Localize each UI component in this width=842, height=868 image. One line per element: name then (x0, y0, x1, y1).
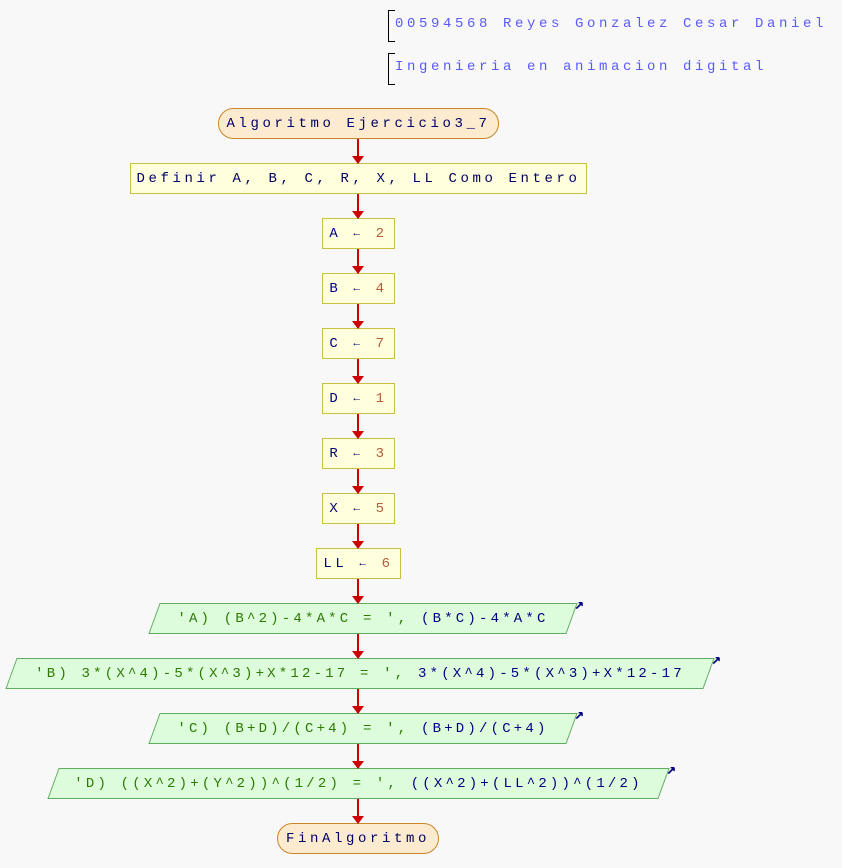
output-expression: ((X^2)+(LL^2))^(1/2) (410, 775, 643, 792)
output-string: 'C) (B+D)/(C+4) = ', (177, 720, 410, 737)
connector-arrow (352, 139, 364, 164)
assign-block[interactable]: R ← 3 (322, 438, 395, 469)
output-arrow-icon: ↗ (574, 706, 584, 724)
define-label: Definir A, B, C, R, X, LL Como Entero (136, 170, 581, 187)
define-block[interactable]: Definir A, B, C, R, X, LL Como Entero (130, 163, 587, 194)
assign-var: LL (323, 555, 348, 572)
start-terminal[interactable]: Algoritmo Ejercicio3_7 (218, 108, 499, 139)
assign-arrow-icon: ← (353, 392, 364, 405)
header-student: 00594568 Reyes Gonzalez Cesar Daniel (388, 10, 823, 42)
assign-block[interactable]: C ← 7 (322, 328, 395, 359)
connector-arrow (352, 249, 364, 274)
assign-value: 7 (375, 335, 388, 352)
assign-block[interactable]: D ← 1 (322, 383, 395, 414)
end-terminal[interactable]: FinAlgoritmo (277, 823, 439, 854)
connector-arrow (352, 744, 364, 769)
output-string: 'D) ((X^2)+(Y^2))^(1/2) = ', (74, 775, 400, 792)
assign-var: A (329, 225, 342, 242)
assign-var: D (329, 390, 342, 407)
assign-value: 1 (375, 390, 388, 407)
assign-block[interactable]: X ← 5 (322, 493, 395, 524)
output-block[interactable]: 'B) 3*(X^4)-5*(X^3)+X*12-17 = ', 3*(X^4)… (5, 651, 721, 689)
assign-block[interactable]: A ← 2 (322, 218, 395, 249)
connector-arrow (352, 414, 364, 439)
assign-value: 6 (381, 555, 394, 572)
connector-arrow (352, 799, 364, 824)
output-arrow-icon: ↗ (711, 651, 721, 669)
assign-arrow-icon: ← (353, 337, 364, 350)
assign-arrow-icon: ← (359, 557, 370, 570)
output-arrow-icon: ↗ (574, 596, 584, 614)
assign-arrow-icon: ← (353, 282, 364, 295)
connector-arrow (352, 359, 364, 384)
output-string: 'B) 3*(X^4)-5*(X^3)+X*12-17 = ', (35, 665, 407, 682)
end-label: FinAlgoritmo (285, 830, 431, 847)
assign-value: 5 (375, 500, 388, 517)
output-block[interactable]: 'C) (B+D)/(C+4) = ', (B+D)/(C+4) ↗ (148, 706, 584, 744)
output-expression: (B*C)-4*A*C (421, 610, 549, 627)
connector-arrow (352, 524, 364, 549)
connector-arrow (352, 579, 364, 604)
output-block[interactable]: 'D) ((X^2)+(Y^2))^(1/2) = ', ((X^2)+(LL^… (47, 761, 676, 799)
connector-arrow (352, 194, 364, 219)
assign-arrow-icon: ← (353, 502, 364, 515)
assign-block[interactable]: B ← 4 (322, 273, 395, 304)
output-expression: (B+D)/(C+4) (421, 720, 549, 737)
assign-value: 2 (375, 225, 388, 242)
assign-var: C (329, 335, 342, 352)
header-career: Ingenieria en animacion digital (388, 53, 763, 85)
assign-block[interactable]: LL ← 6 (316, 548, 401, 579)
connector-arrow (352, 689, 364, 714)
connector-arrow (352, 469, 364, 494)
assign-value: 4 (375, 280, 388, 297)
connector-arrow (352, 304, 364, 329)
output-string: 'A) (B^2)-4*A*C = ', (177, 610, 410, 627)
assign-var: R (329, 445, 342, 462)
career-name: Ingenieria en animacion digital (395, 59, 768, 75)
output-expression: 3*(X^4)-5*(X^3)+X*12-17 (418, 665, 685, 682)
connector-arrow (352, 634, 364, 659)
assign-arrow-icon: ← (353, 227, 364, 240)
assign-value: 3 (375, 445, 388, 462)
assign-var: B (329, 280, 342, 297)
student-name: 00594568 Reyes Gonzalez Cesar Daniel (395, 16, 828, 32)
assign-arrow-icon: ← (353, 447, 364, 460)
assign-var: X (329, 500, 342, 517)
output-arrow-icon: ↗ (666, 761, 676, 779)
output-block[interactable]: 'A) (B^2)-4*A*C = ', (B*C)-4*A*C ↗ (148, 596, 584, 634)
start-label: Algoritmo Ejercicio3_7 (226, 115, 491, 132)
